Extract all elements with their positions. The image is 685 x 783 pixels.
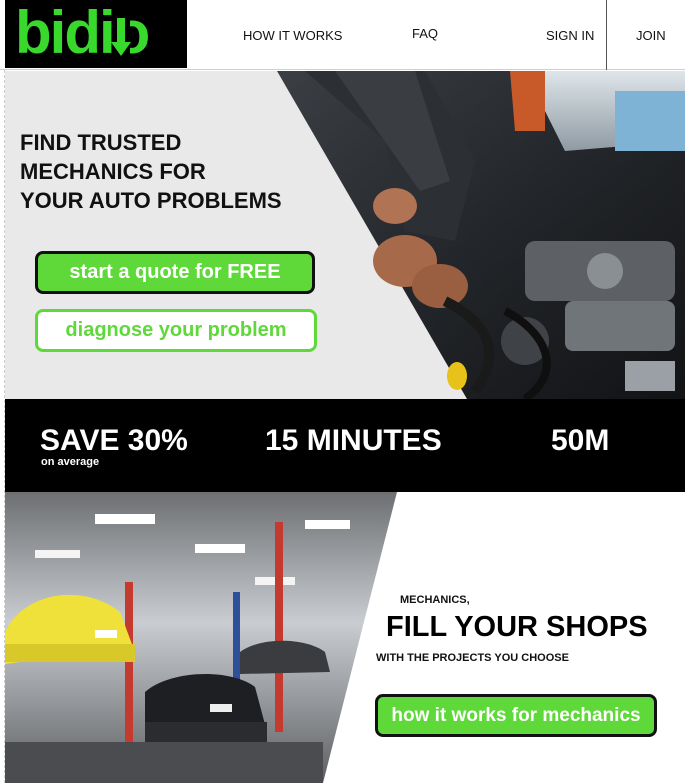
hero-title-line: FIND TRUSTED: [20, 130, 182, 155]
down-arrow-icon: [111, 14, 131, 60]
how-it-works-mechanics-button[interactable]: how it works for mechanics: [375, 694, 657, 737]
mechanics-subline: WITH THE PROJECTS YOU CHOOSE: [376, 652, 569, 664]
stat-save: SAVE 30%: [40, 424, 188, 457]
nav-faq[interactable]: FAQ: [412, 26, 438, 41]
logo[interactable]: bidio: [5, 0, 187, 68]
nav-divider: [606, 0, 607, 70]
start-quote-button[interactable]: start a quote for FREE: [35, 251, 315, 294]
nav-join[interactable]: JOIN: [636, 28, 666, 43]
diagnose-problem-button[interactable]: diagnose your problem: [35, 309, 317, 352]
nav-sign-in[interactable]: SIGN IN: [546, 28, 594, 43]
hero-title-line: MECHANICS FOR: [20, 159, 206, 184]
hero-title: FIND TRUSTED MECHANICS FOR YOUR AUTO PRO…: [20, 128, 282, 215]
mechanics-kicker: MECHANICS,: [400, 594, 470, 606]
stat-minutes: 15 MINUTES: [265, 424, 442, 457]
stat-save-caption: on average: [41, 456, 100, 468]
stat-count: 50M: [551, 424, 610, 457]
hero-title-line: YOUR AUTO PROBLEMS: [20, 188, 282, 213]
nav-how-it-works[interactable]: HOW IT WORKS: [243, 28, 342, 43]
mechanics-headline: FILL YOUR SHOPS: [386, 611, 648, 643]
